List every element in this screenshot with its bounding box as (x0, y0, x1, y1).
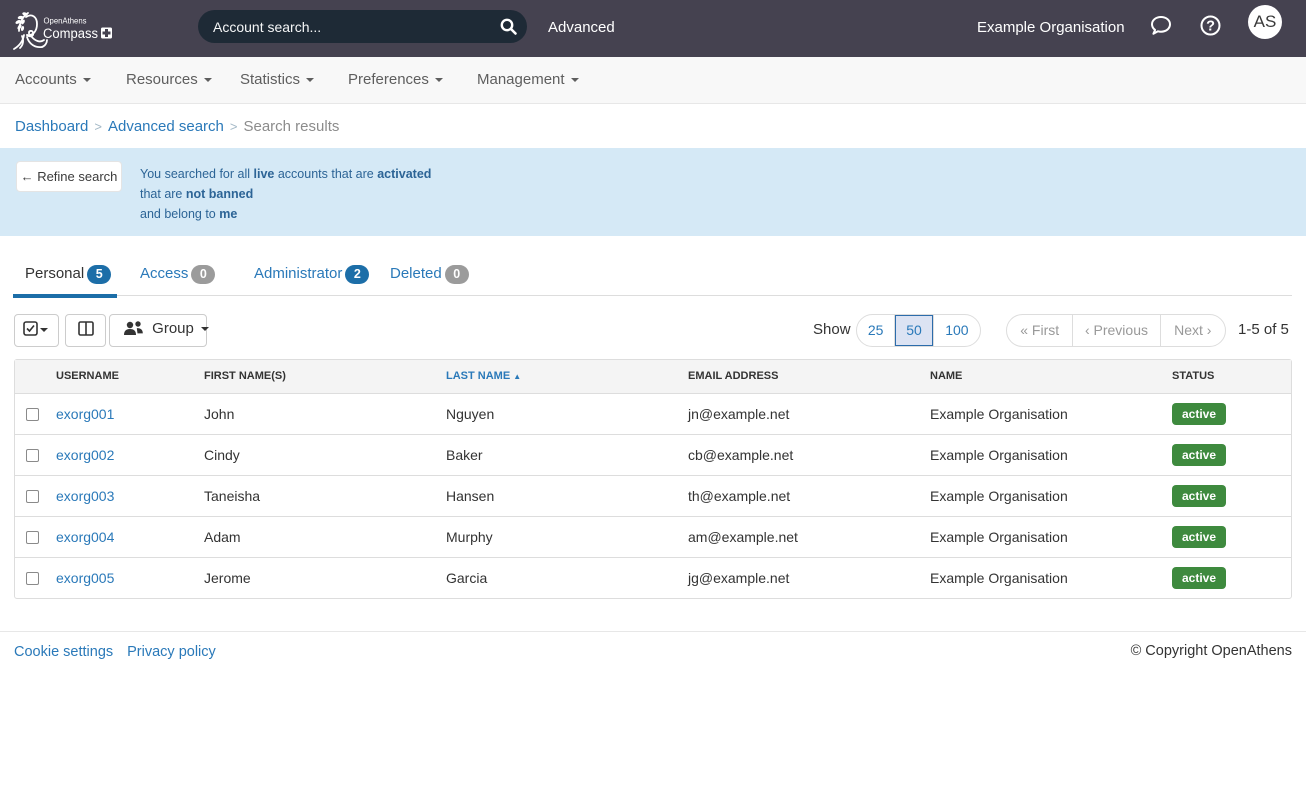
svg-text:OpenAthens: OpenAthens (44, 17, 87, 26)
svg-text:Compass: Compass (43, 26, 98, 41)
svg-text:?: ? (1206, 19, 1215, 35)
